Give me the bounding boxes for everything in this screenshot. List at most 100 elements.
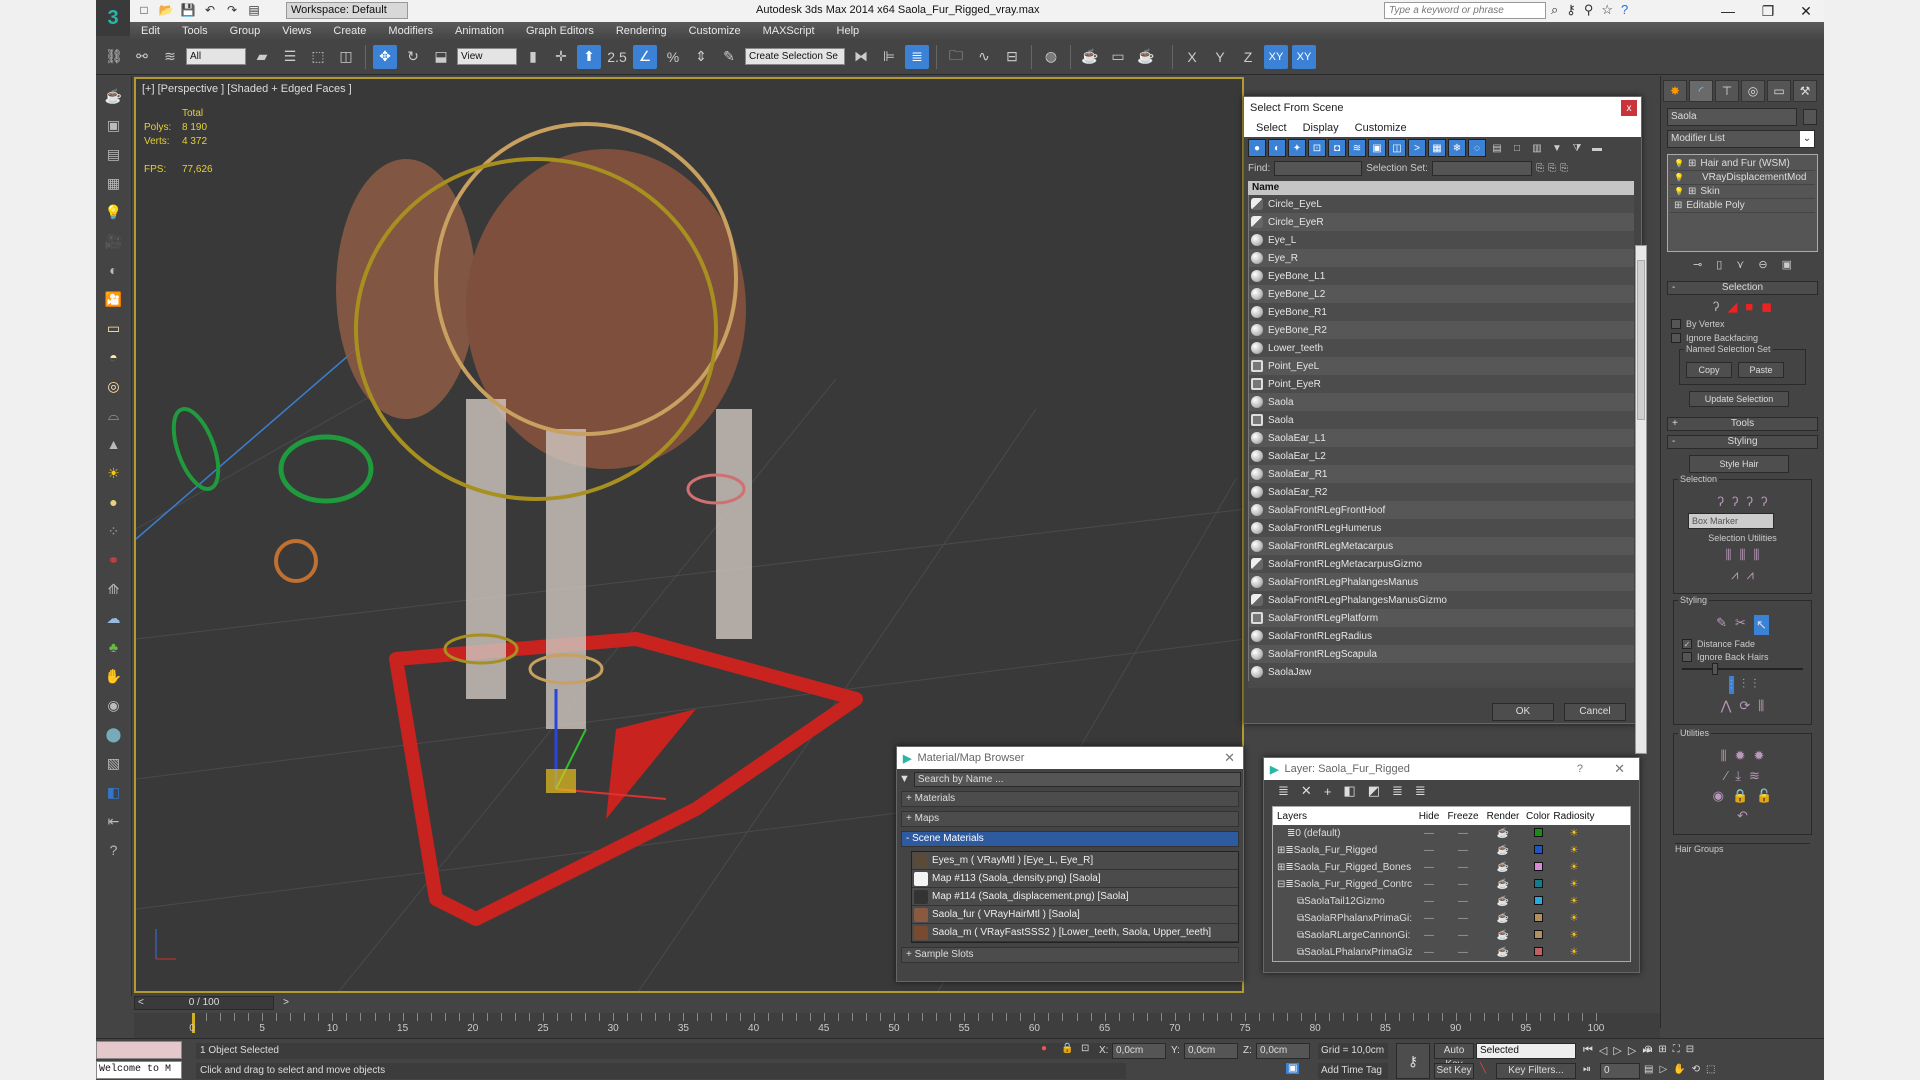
- spacewarps-filter-icon[interactable]: ≋: [1348, 139, 1366, 157]
- lights-filter-icon[interactable]: ✦: [1288, 139, 1306, 157]
- find-input[interactable]: [1274, 160, 1363, 176]
- scene-object-row[interactable]: Point_EyeL: [1248, 357, 1634, 375]
- toggle-hair-icon[interactable]: ≋: [1749, 768, 1760, 784]
- layer-color-swatch[interactable]: [1533, 946, 1543, 956]
- layer-help-button[interactable]: ?: [1577, 763, 1583, 775]
- tower-icon[interactable]: ⟰: [102, 577, 126, 601]
- scene-object-row[interactable]: Saola: [1248, 393, 1634, 411]
- expand-icon[interactable]: ⊞: [1277, 845, 1285, 856]
- selection-filter-select[interactable]: All: [186, 48, 246, 65]
- toggle-collisions-icon[interactable]: ⁄: [1725, 768, 1727, 784]
- menu-maxscript[interactable]: MAXScript: [752, 25, 826, 37]
- hide-selected-icon[interactable]: ⩘: [1731, 567, 1738, 583]
- set-key-button[interactable]: Set Key: [1434, 1063, 1474, 1079]
- play-icon[interactable]: ▷: [1613, 1044, 1621, 1057]
- layer-row[interactable]: ⧉ SaolaRLargeCannonGi: — — ☕ ☀: [1273, 927, 1630, 944]
- hierarchy-tab-icon[interactable]: ⊤: [1715, 80, 1739, 102]
- puff-roots-icon[interactable]: ⫶: [1753, 676, 1756, 694]
- checkbox[interactable]: [1682, 652, 1692, 662]
- select-by-root-icon[interactable]: ʔ: [1761, 494, 1768, 509]
- select-and-move-icon[interactable]: ✥: [373, 44, 397, 69]
- expand-icon[interactable]: ⊟: [1277, 879, 1285, 890]
- maxscript-listener-pink[interactable]: [96, 1041, 182, 1059]
- spinner-snap-icon[interactable]: ⇕: [689, 45, 713, 69]
- layer-color-swatch[interactable]: [1533, 895, 1543, 905]
- filter-options-icon[interactable]: ⧩: [1568, 139, 1586, 157]
- menu-tools[interactable]: Tools: [171, 25, 219, 37]
- modifier-item[interactable]: ⊞ Editable Poly: [1670, 199, 1815, 213]
- material-editor-icon[interactable]: ◍: [1039, 45, 1063, 69]
- col-layers[interactable]: Layers: [1273, 811, 1415, 822]
- radiosity-icon[interactable]: ☀: [1553, 879, 1595, 890]
- col-color[interactable]: Color: [1523, 811, 1553, 822]
- particles-icon[interactable]: ⁘: [102, 519, 126, 543]
- scene-material-item[interactable]: Saola_m ( VRayFastSSS2 ) [Lower_teeth, S…: [912, 924, 1238, 942]
- slider-handle[interactable]: [1712, 663, 1718, 675]
- scene-object-row[interactable]: EyeBone_R2: [1248, 321, 1634, 339]
- menu-help[interactable]: Help: [826, 25, 871, 37]
- maximize-viewport-icon[interactable]: ⬚: [1706, 1064, 1715, 1075]
- guide-icon[interactable]: ʔ: [1713, 299, 1720, 315]
- maximize-button[interactable]: ❐: [1748, 0, 1788, 22]
- zoom-all-icon[interactable]: ⊞: [1658, 1044, 1666, 1055]
- select-hair-by-ends-icon[interactable]: ʔ: [1718, 494, 1725, 509]
- link-icon[interactable]: ⛓: [102, 45, 126, 69]
- percent-snap-icon[interactable]: %: [661, 45, 685, 69]
- key-filters-button[interactable]: Key Filters...: [1496, 1063, 1576, 1079]
- axis-xy-button[interactable]: XY: [1264, 44, 1288, 69]
- scene-object-row[interactable]: EyeBone_L1: [1248, 267, 1634, 285]
- time-tag-icon[interactable]: ▣: [1286, 1063, 1300, 1074]
- rotate-icon[interactable]: ⟳: [1739, 698, 1750, 714]
- ignore-back-hairs-checkbox[interactable]: Ignore Back Hairs: [1682, 652, 1803, 662]
- delete-layer-icon[interactable]: ✕: [1301, 783, 1312, 799]
- new-file-icon[interactable]: □: [136, 2, 152, 18]
- expand-icon[interactable]: ⊞: [1688, 185, 1696, 199]
- selection-rollout-header[interactable]: - Selection: [1667, 281, 1818, 295]
- prev-frame-icon[interactable]: <: [138, 997, 144, 1009]
- mirror-icon[interactable]: ⧓: [849, 45, 873, 69]
- layer-color-swatch[interactable]: [1533, 912, 1543, 922]
- radiosity-icon[interactable]: ☀: [1553, 862, 1595, 873]
- checkbox[interactable]: [1671, 333, 1681, 343]
- time-slider[interactable]: <0 / 100 >: [134, 995, 1660, 1013]
- layer-color-swatch[interactable]: [1533, 929, 1543, 939]
- freeze-layers-icon[interactable]: ≣: [1415, 783, 1426, 799]
- cloud-icon[interactable]: ☁: [102, 606, 126, 630]
- menu-modifiers[interactable]: Modifiers: [377, 25, 444, 37]
- recomb-icon[interactable]: ⤓: [1735, 768, 1741, 784]
- ignore-backfacing-checkbox[interactable]: Ignore Backfacing: [1671, 333, 1814, 343]
- geometry-filter-icon[interactable]: ●: [1248, 139, 1266, 157]
- pivot-center-icon[interactable]: ▮: [521, 45, 545, 69]
- menu-views[interactable]: Views: [271, 25, 322, 37]
- scene-object-row[interactable]: SaolaFrontRLegRadius: [1248, 627, 1634, 645]
- cone-icon[interactable]: ▲: [102, 432, 126, 456]
- light-bulb-icon[interactable]: 💡: [102, 200, 126, 224]
- layer-row[interactable]: ⧉ SaolaLPhalanxPrimaGiz — — ☕ ☀: [1273, 944, 1630, 961]
- search-options-icon[interactable]: ▼: [899, 773, 910, 785]
- modifier-item[interactable]: 💡 VRayDisplacementMod: [1670, 171, 1815, 185]
- layer-color-swatch[interactable]: [1533, 844, 1543, 854]
- radiosity-icon[interactable]: ☀: [1553, 828, 1595, 839]
- checkbox-checked[interactable]: ✓: [1682, 639, 1692, 649]
- sun-icon[interactable]: ☀: [102, 461, 126, 485]
- x-coordinate-field[interactable]: 0,0cm: [1112, 1043, 1166, 1059]
- scene-object-row[interactable]: SaolaFrontRLegMetacarpus: [1248, 537, 1634, 555]
- pop-selected-icon[interactable]: ✹: [1735, 748, 1746, 764]
- filter-icon[interactable]: ▼: [1548, 139, 1566, 157]
- scene-object-row[interactable]: SaolaEar_L1: [1248, 429, 1634, 447]
- show-end-result-icon[interactable]: ▯: [1716, 258, 1722, 271]
- named-selection-set-select[interactable]: Create Selection Se: [745, 48, 845, 65]
- scene-object-row[interactable]: EyeBone_R1: [1248, 303, 1634, 321]
- panel-grid-icon[interactable]: ▦: [102, 171, 126, 195]
- checkbox[interactable]: [1671, 319, 1681, 329]
- attenuate-icon[interactable]: ⫼: [1721, 748, 1727, 764]
- select-influences-icon[interactable]: ⎘: [1560, 163, 1568, 174]
- scene-object-row[interactable]: SaolaFrontRLegPhalangesManusGizmo: [1248, 591, 1634, 609]
- bind-space-warp-icon[interactable]: ≋: [158, 45, 182, 69]
- menu-select[interactable]: Select: [1256, 122, 1287, 134]
- menu-create[interactable]: Create: [322, 25, 377, 37]
- create-layer-icon[interactable]: ≣: [1278, 783, 1289, 799]
- add-to-layer-icon[interactable]: +: [1324, 784, 1332, 799]
- orbit-icon[interactable]: ⟲: [1692, 1064, 1700, 1075]
- expand-icon[interactable]: ⊞: [1277, 862, 1285, 873]
